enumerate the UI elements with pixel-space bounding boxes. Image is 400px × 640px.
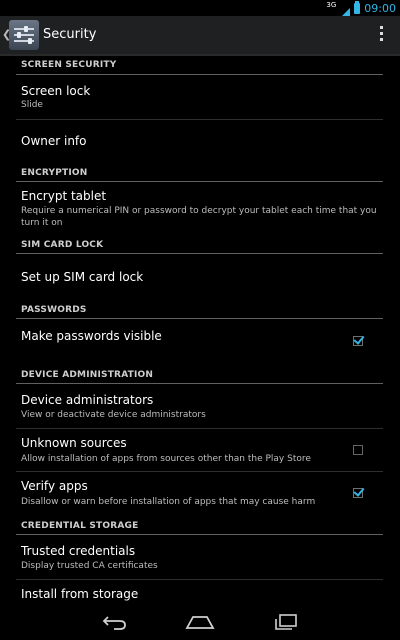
- item-title: Owner info: [21, 134, 87, 148]
- item-title: Screen lock: [21, 84, 91, 98]
- section-divider: [16, 534, 383, 535]
- navigation-bar: [0, 604, 400, 640]
- item-summary: View or deactivate device administrators: [21, 410, 206, 420]
- recents-icon[interactable]: [271, 612, 301, 632]
- section-divider: [16, 74, 383, 75]
- unknown-sources-item[interactable]: Unknown sources Allow installation of ap…: [0, 429, 400, 471]
- back-icon[interactable]: [100, 612, 130, 632]
- item-title: Install from storage: [21, 587, 139, 601]
- item-title: Encrypt tablet: [21, 189, 107, 203]
- item-summary-line2: turn it on: [21, 218, 63, 228]
- section-divider: [16, 383, 383, 384]
- network-type: 3G: [326, 1, 337, 9]
- install-from-storage-item[interactable]: Install from storage: [0, 580, 400, 604]
- security-settings-icon[interactable]: [9, 20, 39, 50]
- item-summary-line1: Require a numerical PIN or password to d…: [21, 206, 377, 216]
- item-summary: Slide: [21, 100, 43, 110]
- item-summary: Disallow or warn before installation of …: [21, 497, 316, 507]
- page-title: Security: [43, 27, 97, 42]
- item-title: Device administrators: [21, 393, 154, 407]
- device-administrators-item[interactable]: Device administrators View or deactivate…: [0, 385, 400, 427]
- make-passwords-visible-item[interactable]: Make passwords visible: [0, 320, 400, 364]
- home-icon[interactable]: [185, 612, 215, 632]
- item-summary: Display trusted CA certificates: [21, 561, 158, 571]
- section-divider: [16, 318, 383, 319]
- set-up-sim-card-lock-item[interactable]: Set up SIM card lock: [0, 255, 400, 299]
- section-header-passwords: PASSWORDS: [21, 305, 87, 315]
- action-bar: ❮ Security: [0, 16, 400, 56]
- encrypt-tablet-item[interactable]: Encrypt tablet Require a numerical PIN o…: [0, 183, 400, 233]
- battery-icon: [354, 0, 361, 14]
- item-title: Verify apps: [21, 479, 88, 493]
- item-title: Trusted credentials: [21, 544, 136, 558]
- overflow-menu-icon[interactable]: [380, 26, 384, 44]
- screen-lock-item[interactable]: Screen lock Slide: [0, 76, 400, 118]
- clock: 09:00: [364, 1, 396, 15]
- verify-apps-checkbox[interactable]: [353, 488, 363, 498]
- settings-list[interactable]: SCREEN SECURITY Screen lock Slide Owner …: [0, 56, 400, 604]
- section-header-encryption: ENCRYPTION: [21, 168, 88, 178]
- make-passwords-visible-checkbox[interactable]: [353, 336, 363, 346]
- unknown-sources-checkbox[interactable]: [353, 445, 363, 455]
- verify-apps-item[interactable]: Verify apps Disallow or warn before inst…: [0, 472, 400, 516]
- item-title: Set up SIM card lock: [21, 270, 144, 284]
- status-icons: 3G 09:00: [326, 0, 396, 18]
- item-title: Make passwords visible: [21, 329, 162, 343]
- section-divider: [16, 253, 383, 254]
- section-header-sim-card-lock: SIM CARD LOCK: [21, 240, 104, 250]
- status-bar: 3G 09:00: [0, 0, 400, 18]
- section-header-credential-storage: CREDENTIAL STORAGE: [21, 521, 139, 531]
- section-header-device-administration: DEVICE ADMINISTRATION: [21, 370, 154, 380]
- signal-icon: [340, 3, 351, 18]
- section-header-screen-security: SCREEN SECURITY: [21, 60, 117, 70]
- item-summary: Allow installation of apps from sources …: [21, 454, 311, 464]
- owner-info-item[interactable]: Owner info: [0, 120, 400, 162]
- item-title: Unknown sources: [21, 436, 127, 450]
- trusted-credentials-item[interactable]: Trusted credentials Display trusted CA c…: [0, 536, 400, 578]
- section-divider: [16, 181, 383, 182]
